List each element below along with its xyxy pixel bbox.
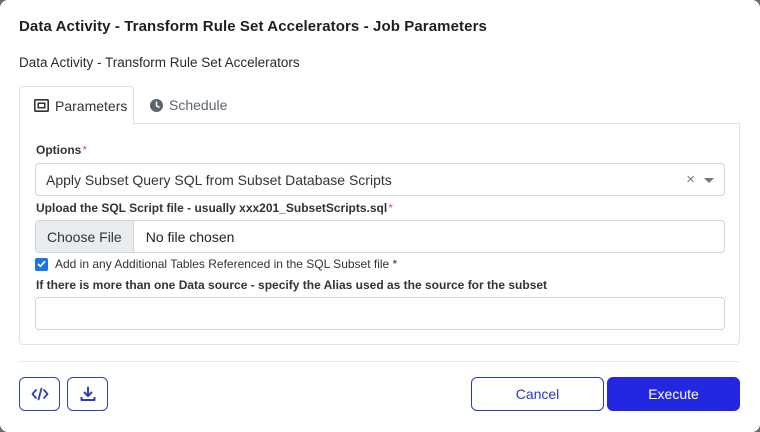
upload-label: Upload the SQL Script file - usually xxx…	[36, 201, 393, 215]
options-select[interactable]: Apply Subset Query SQL from Subset Datab…	[35, 163, 725, 196]
footer-divider	[19, 361, 740, 362]
cancel-button[interactable]: Cancel	[471, 377, 604, 411]
tab-parameters-label: Parameters	[55, 97, 128, 114]
options-label-text: Options	[36, 143, 82, 157]
options-selected-value: Apply Subset Query SQL from Subset Datab…	[46, 171, 392, 188]
tab-schedule-label: Schedule	[169, 97, 228, 113]
options-label: Options*	[36, 143, 87, 157]
download-icon	[80, 386, 95, 401]
job-parameters-dialog: Data Activity - Transform Rule Set Accel…	[0, 0, 760, 432]
check-icon	[37, 260, 46, 268]
tab-bar: Parameters Schedule	[19, 86, 740, 125]
tab-parameters[interactable]: Parameters	[19, 86, 134, 125]
execute-button[interactable]: Execute	[607, 377, 740, 411]
parameters-icon	[34, 99, 49, 112]
clock-icon	[150, 98, 163, 112]
tab-schedule[interactable]: Schedule	[136, 86, 241, 124]
required-marker: *	[388, 201, 393, 215]
choose-file-button[interactable]: Choose File	[36, 221, 134, 252]
sql-file-input[interactable]: Choose File No file chosen	[35, 220, 725, 253]
chevron-down-icon[interactable]	[704, 178, 714, 183]
additional-tables-label: Add in any Additional Tables Referenced …	[55, 257, 398, 271]
dialog-title: Data Activity - Transform Rule Set Accel…	[19, 18, 487, 35]
upload-label-text: Upload the SQL Script file - usually xxx…	[36, 201, 388, 215]
clear-icon[interactable]: ×	[686, 171, 695, 189]
required-marker: *	[82, 143, 87, 157]
alias-label: If there is more than one Data source - …	[36, 278, 548, 292]
download-button[interactable]	[67, 377, 108, 411]
parameters-panel: Options* Apply Subset Query SQL from Sub…	[19, 123, 740, 345]
code-icon	[31, 387, 48, 401]
dialog-subtitle: Data Activity - Transform Rule Set Accel…	[19, 55, 300, 70]
additional-tables-checkbox[interactable]	[35, 257, 48, 271]
alias-input[interactable]	[35, 297, 725, 330]
file-status-text: No file chosen	[145, 228, 235, 245]
additional-tables-row: Add in any Additional Tables Referenced …	[35, 257, 397, 271]
code-button[interactable]	[19, 377, 60, 411]
